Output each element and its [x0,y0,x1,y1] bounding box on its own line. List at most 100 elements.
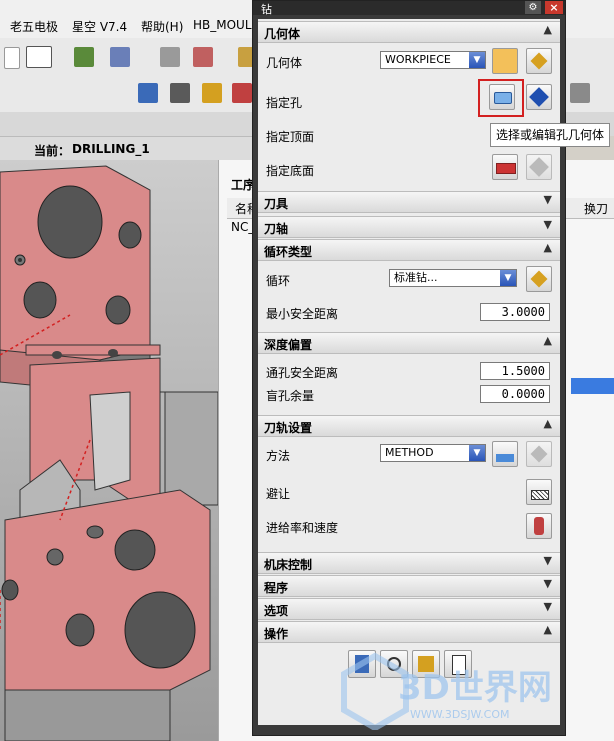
show-flashlight-icon[interactable] [526,84,552,110]
current-operation-bar: 当前： DRILLING_1 [0,136,260,162]
geometry-value: WORKPIECE [385,53,451,66]
toolbar-button[interactable] [74,47,94,67]
dialog-title: 钻 [261,3,272,16]
part-model [0,165,218,741]
cycle-label: 循环 [266,274,291,288]
section-options[interactable]: 选项 ▼ [258,598,560,620]
chevron-down-icon: ▼ [543,600,552,613]
chevron-down-icon: ▼ [543,554,552,567]
menu-item-help[interactable]: 帮助(H) [141,18,183,35]
section-tool-axis[interactable]: 刀轴 ▼ [258,216,560,238]
blind-stock-input[interactable]: 0.0000 [480,385,550,403]
show-flashlight-icon[interactable] [526,154,552,180]
section-title: 刀轨设置 [264,421,313,435]
section-geometry[interactable]: 几何体 ▲ [258,21,560,43]
toolbar-button[interactable] [193,47,213,67]
chevron-up-icon: ▲ [543,241,552,254]
section-path-settings[interactable]: 刀轨设置 ▲ [258,415,560,437]
method-dropdown[interactable]: METHOD ▼ [380,444,486,462]
geometry-dropdown[interactable]: WORKPIECE ▼ [380,51,486,69]
new-geometry-icon[interactable] [492,48,518,74]
section-actions[interactable]: 操作 ▲ [258,621,560,643]
blind-stock-label: 盲孔余量 [266,389,315,403]
section-cycle-type[interactable]: 循环类型 ▲ [258,239,560,261]
geometry-label: 几何体 [266,56,303,70]
toolbar-button[interactable] [160,47,180,67]
avoid-shape [531,490,549,500]
chevron-down-icon[interactable]: ▼ [469,445,485,461]
chevron-down-icon[interactable]: ▼ [500,270,516,286]
chevron-down-icon: ▼ [543,193,552,206]
chevron-up-icon: ▲ [543,23,552,36]
chevron-up-icon: ▲ [543,417,552,430]
current-op-value: DRILLING_1 [72,142,150,156]
menu-item-laowu[interactable]: 老五电极 [10,18,58,35]
chevron-down-icon: ▼ [543,577,552,590]
section-title: 选项 [264,604,289,618]
feeds-shape [534,517,544,535]
through-clearance-input[interactable]: 1.5000 [480,362,550,380]
chevron-up-icon: ▲ [543,623,552,636]
specify-top-label: 指定顶面 [266,130,315,144]
feeds-speeds-icon[interactable] [526,513,552,539]
section-depth-offset[interactable]: 深度偏置 ▲ [258,332,560,354]
flashlight-shape [529,157,549,177]
chevron-up-icon: ▲ [543,334,552,347]
edit-wrench-icon[interactable] [526,48,552,74]
section-program[interactable]: 程序 ▼ [258,575,560,597]
select-holes-icon[interactable] [489,84,515,110]
bottom-shape [496,163,516,174]
replay-toolpath-icon[interactable] [170,83,190,103]
drill-dialog: 钻 ⚙ × 几何体 ▲ 几何体 WORKPIECE ▼ 指定孔 指定顶面 指定底… [252,0,566,736]
toolbar-button[interactable] [4,47,20,69]
select-bottom-icon[interactable] [492,154,518,180]
generate-toolpath-icon[interactable] [138,83,158,103]
section-title: 程序 [264,581,289,595]
close-icon[interactable]: × [545,1,563,14]
section-title: 深度偏置 [264,338,313,352]
specify-holes-label: 指定孔 [266,96,303,110]
holes-shape [494,92,512,104]
method-value: METHOD [385,446,434,459]
wrench-shape [530,52,548,70]
section-title: 机床控制 [264,558,313,572]
avoid-icon[interactable] [526,479,552,505]
cycle-dropdown[interactable]: 标准钻... ▼ [389,269,517,287]
watermark-url: WWW.3DSJW.COM [410,708,510,721]
nav-row-nc[interactable]: NC_ [231,220,254,234]
method-label: 方法 [266,449,291,463]
edit-wrench-icon[interactable] [526,441,552,467]
chevron-down-icon[interactable]: ▼ [469,52,485,68]
wrench-shape [530,270,548,288]
section-title: 刀具 [264,197,289,211]
section-title: 几何体 [264,27,301,41]
min-clearance-label: 最小安全距离 [266,307,339,321]
verify-toolpath-icon[interactable] [202,83,222,103]
feeds-speeds-label: 进给率和速度 [266,521,339,535]
nav-col-tool-change[interactable]: 换刀 [584,200,608,217]
menu-item-xingkong[interactable]: 星空 V7.4 [72,18,127,35]
flashlight-shape [529,87,549,107]
cycle-value: 标准钻... [394,271,438,284]
menu-item-hb-mould[interactable]: HB_MOULI [193,18,255,32]
nav-row-selected[interactable] [571,378,614,394]
section-tool[interactable]: 刀具 ▼ [258,191,560,213]
gear-icon[interactable]: ⚙ [525,1,541,14]
section-machine-control[interactable]: 机床控制 ▼ [258,552,560,574]
method-shape [496,454,514,462]
color-swatch-button[interactable] [26,46,52,68]
machine-tool-icon[interactable] [570,83,590,103]
section-title: 刀轴 [264,222,289,236]
edit-wrench-icon[interactable] [526,266,552,292]
through-clearance-label: 通孔安全距离 [266,366,339,380]
postprocess-icon[interactable] [232,83,252,103]
new-method-icon[interactable] [492,441,518,467]
graphics-viewport[interactable] [0,160,218,741]
watermark-text: 3D世界网 [398,668,552,708]
watermark: 3D世界网 WWW.3DSJW.COM [340,652,612,732]
min-clearance-input[interactable]: 3.0000 [480,303,550,321]
avoid-label: 避让 [266,487,291,501]
section-title: 循环类型 [264,245,313,259]
toolbar-button[interactable] [110,47,130,67]
wrench-shape [530,445,548,463]
